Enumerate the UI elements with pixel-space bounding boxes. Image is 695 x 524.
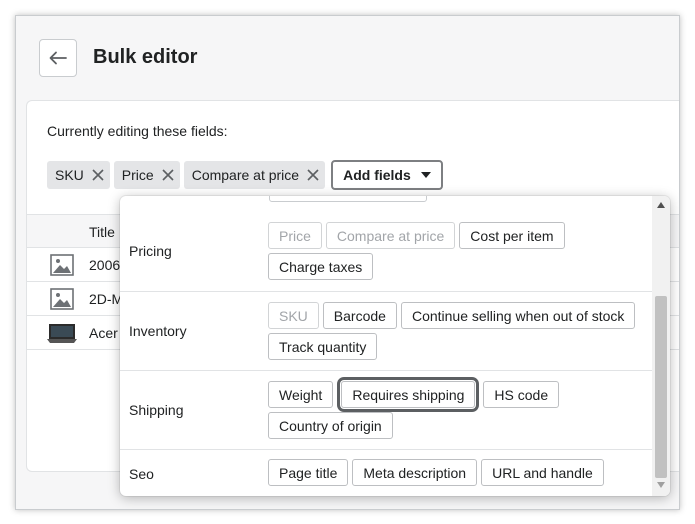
editing-fields-label: Currently editing these fields: [47, 123, 228, 139]
product-title: 2006 [89, 257, 121, 273]
field-tag-price: Price [113, 161, 180, 189]
option-charge-taxes[interactable]: Charge taxes [268, 253, 374, 280]
product-photo [47, 320, 77, 346]
product-title: Acer [89, 325, 118, 341]
back-button[interactable] [39, 39, 77, 77]
option-cost-per-item[interactable]: Cost per item [459, 222, 565, 249]
add-fields-button[interactable]: Add fields [331, 160, 443, 190]
image-placeholder-icon [47, 286, 77, 312]
section-label: Seo [129, 466, 154, 482]
caret-down-icon [420, 172, 431, 178]
column-title[interactable]: Title [89, 224, 115, 240]
dropdown-scrollbar[interactable] [652, 196, 670, 496]
add-fields-dropdown: Pricing Price Compare at price Cost per … [120, 196, 670, 496]
page-header: Bulk editor [16, 16, 679, 100]
option-hs-code[interactable]: HS code [483, 381, 560, 408]
option-chips: Price Compare at price Cost per item Cha… [268, 222, 648, 280]
section-label: Pricing [129, 243, 172, 259]
image-placeholder-icon [47, 252, 77, 278]
field-tag-label: Price [121, 167, 154, 183]
section-shipping: Shipping Weight Requires shipping HS cod… [120, 371, 652, 450]
option-country-of-origin[interactable]: Country of origin [268, 412, 393, 439]
close-icon[interactable] [307, 169, 319, 181]
section-label: Shipping [129, 402, 184, 418]
option-page-title[interactable]: Page title [268, 459, 349, 486]
option-sku: SKU [268, 302, 319, 329]
option-chips: SKU Barcode Continue selling when out of… [268, 302, 648, 360]
scrollbar-thumb[interactable] [655, 296, 667, 478]
option-compare-at-price: Compare at price [325, 222, 456, 249]
option-meta-description[interactable]: Meta description [352, 459, 478, 486]
section-label: Inventory [129, 323, 187, 339]
option-continue-selling[interactable]: Continue selling when out of stock [400, 302, 636, 329]
option-weight[interactable]: Weight [268, 381, 334, 408]
field-tag-label: Compare at price [191, 167, 300, 183]
add-fields-label: Add fields [343, 167, 411, 183]
option-url-and-handle[interactable]: URL and handle [481, 459, 604, 486]
option-track-quantity[interactable]: Track quantity [268, 333, 378, 360]
section-inventory: Inventory SKU Barcode Continue selling w… [120, 292, 652, 371]
scroll-up-icon[interactable] [657, 202, 665, 208]
option-chips: Page title Meta description URL and hand… [268, 459, 648, 486]
option-chips: Weight Requires shipping HS code Country… [268, 377, 648, 439]
option-barcode[interactable]: Barcode [322, 302, 397, 329]
bulk-editor-window: Bulk editor Currently editing these fiel… [15, 15, 680, 510]
close-icon[interactable] [92, 169, 104, 181]
product-title: 2D-M [89, 291, 124, 307]
dropdown-list: Pricing Price Compare at price Cost per … [120, 196, 652, 496]
close-icon[interactable] [162, 169, 174, 181]
section-seo: Seo Page title Meta description URL and … [120, 450, 652, 496]
field-tag-label: SKU [55, 167, 84, 183]
page-title: Bulk editor [93, 46, 198, 68]
option-price: Price [268, 222, 322, 249]
section-pricing: Pricing Price Compare at price Cost per … [120, 212, 652, 292]
field-tag-sku: SKU [47, 161, 110, 189]
option-requires-shipping[interactable]: Requires shipping [337, 377, 480, 412]
option-chip-partial [269, 196, 427, 202]
field-tag-compare-at-price: Compare at price [183, 161, 326, 189]
field-tags: SKU Price Compare at price Add fields [47, 160, 443, 190]
arrow-left-icon [49, 51, 67, 65]
scroll-down-icon[interactable] [657, 482, 665, 488]
